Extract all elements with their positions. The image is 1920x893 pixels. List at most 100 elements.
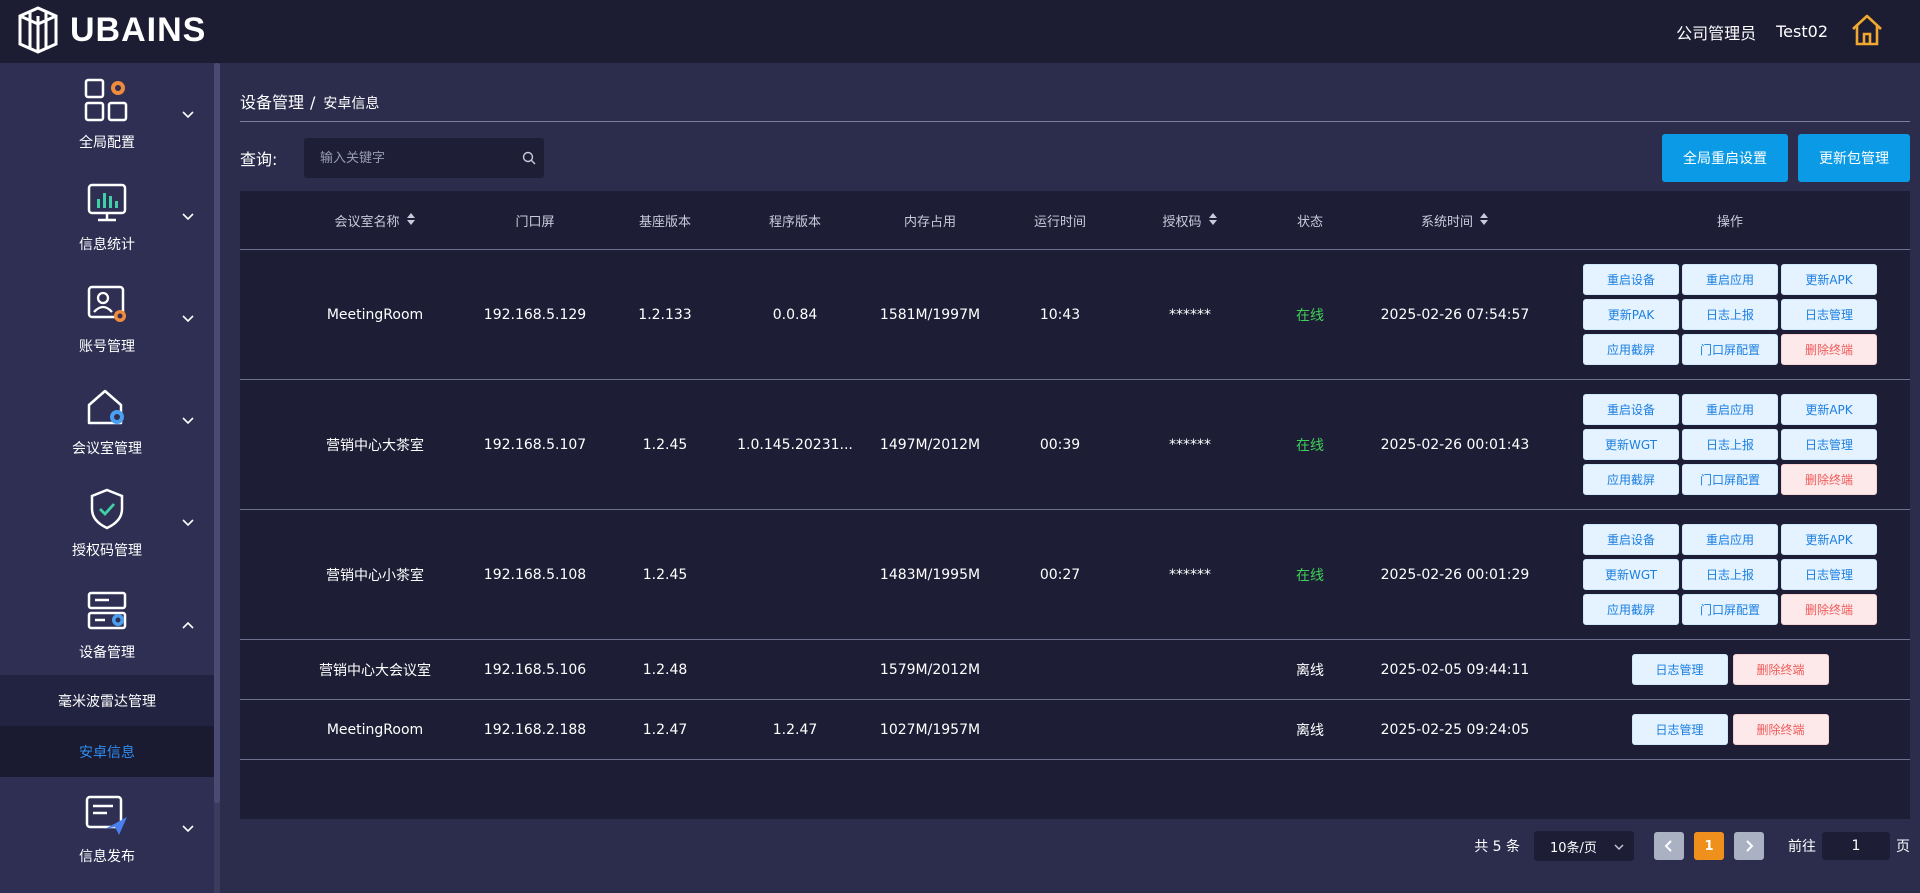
row-action-button[interactable]: 重启应用 (1682, 394, 1778, 425)
row-action-button[interactable]: 应用截屏 (1583, 464, 1679, 495)
publish-icon (82, 790, 132, 840)
sidebar-subitem-radar[interactable]: 毫米波雷达管理 (0, 675, 214, 726)
brand-logo: UBAINS (18, 6, 206, 54)
row-action-button[interactable]: 应用截屏 (1583, 334, 1679, 365)
sidebar-item-meeting-room[interactable]: 会议室管理 (0, 369, 214, 471)
row-action-button[interactable]: 重启设备 (1583, 524, 1679, 555)
column-header-program-version: 程序版本 (768, 215, 821, 230)
cell-uptime: 00:27 (1039, 566, 1081, 583)
cell-auth-code (1120, 700, 1260, 759)
search-label: 查询: (240, 150, 278, 169)
row-action-button[interactable]: 更新WGT (1583, 429, 1679, 460)
cell-program-version (730, 510, 860, 639)
cell-status: 在线 (1296, 307, 1324, 324)
sidebar-scrollbar[interactable] (214, 63, 220, 893)
column-header-uptime: 运行时间 (1033, 215, 1086, 230)
breadcrumb-divider (240, 121, 1910, 122)
pagination: 共 5 条 10条/页 1 前往 1 页 (1474, 831, 1910, 861)
row-action-button[interactable]: 删除终端 (1781, 334, 1877, 365)
row-action-button[interactable]: 日志管理 (1631, 714, 1728, 745)
search-box[interactable] (304, 138, 544, 178)
global-restart-settings-button[interactable]: 全局重启设置 (1662, 134, 1788, 182)
top-header: UBAINS 公司管理员 Test02 (0, 0, 1920, 63)
pagination-total: 共 5 条 (1474, 839, 1520, 855)
sidebar-item-global-config[interactable]: 全局配置 (0, 63, 214, 165)
row-action-button[interactable]: 重启应用 (1682, 524, 1778, 555)
row-action-button[interactable]: 重启设备 (1583, 264, 1679, 295)
cell-memory: 1483M/1995M (879, 566, 981, 583)
row-actions: 日志管理 删除终端 (1550, 640, 1910, 699)
row-action-button[interactable]: 门口屏配置 (1682, 464, 1778, 495)
cell-status: 离线 (1296, 662, 1324, 679)
cell-program-version: 0.0.84 (772, 306, 818, 323)
cell-system-time: 2025-02-26 07:54:57 (1380, 306, 1530, 323)
row-action-button[interactable]: 日志上报 (1682, 559, 1778, 590)
username[interactable]: Test02 (1776, 22, 1828, 41)
column-header-auth-code[interactable]: 授权码 (1120, 191, 1260, 250)
sort-icon[interactable] (406, 212, 416, 230)
sidebar-item-label: 账号管理 (79, 339, 135, 355)
row-action-button[interactable]: 删除终端 (1781, 464, 1877, 495)
row-action-button[interactable]: 更新WGT (1583, 559, 1679, 590)
row-action-button[interactable]: 门口屏配置 (1682, 334, 1778, 365)
search-icon[interactable] (514, 151, 544, 165)
row-action-button[interactable]: 删除终端 (1732, 654, 1829, 685)
column-header-room[interactable]: 会议室名称 (280, 191, 470, 250)
meeting-room-icon (82, 382, 132, 432)
row-action-button[interactable]: 更新APK (1781, 524, 1877, 555)
column-header-system-time[interactable]: 系统时间 (1360, 191, 1550, 250)
sidebar-item-label: 全局配置 (79, 135, 135, 151)
sidebar-item-device[interactable]: 设备管理 (0, 573, 214, 675)
row-action-button[interactable]: 日志管理 (1781, 559, 1877, 590)
row-action-button[interactable]: 日志管理 (1631, 654, 1728, 685)
row-action-button[interactable]: 重启应用 (1682, 264, 1778, 295)
breadcrumb-parent[interactable]: 设备管理 (240, 89, 304, 113)
sidebar-scrollbar-thumb[interactable] (214, 63, 220, 803)
breadcrumb-separator: / (310, 93, 316, 112)
table-body: MeetingRoom 192.168.5.129 1.2.133 0.0.84 158… (240, 250, 1910, 760)
cell-memory: 1579M/2012M (879, 661, 981, 678)
cell-door-screen: 192.168.5.129 (483, 306, 587, 323)
logo-icon (18, 6, 58, 54)
row-action-button[interactable]: 日志上报 (1682, 429, 1778, 460)
row-action-button[interactable]: 日志管理 (1781, 429, 1877, 460)
column-header-door-screen: 门口屏 (515, 215, 555, 230)
sidebar-item-statistics[interactable]: 信息统计 (0, 165, 214, 267)
row-action-button[interactable]: 应用截屏 (1583, 594, 1679, 625)
page-size-select[interactable]: 10条/页 (1534, 831, 1634, 861)
update-package-management-button[interactable]: 更新包管理 (1798, 134, 1910, 182)
cell-uptime: 10:43 (1039, 306, 1081, 323)
sidebar-item-license[interactable]: 授权码管理 (0, 471, 214, 573)
cell-memory: 1497M/2012M (879, 436, 981, 453)
search-input[interactable] (304, 139, 514, 177)
chevron-down-icon (182, 311, 194, 327)
row-action-button[interactable]: 日志上报 (1682, 299, 1778, 330)
next-page-button[interactable] (1734, 832, 1764, 860)
row-action-button[interactable]: 删除终端 (1781, 594, 1877, 625)
row-action-button[interactable]: 重启设备 (1583, 394, 1679, 425)
chevron-down-icon (182, 515, 194, 531)
table-row: MeetingRoom 192.168.2.188 1.2.47 1.2.47 1027… (240, 700, 1910, 760)
row-action-button[interactable]: 更新APK (1781, 264, 1877, 295)
row-action-button[interactable]: 门口屏配置 (1682, 594, 1778, 625)
main-content: 设备管理 / 安卓信息 查询: 全局重启设置 更新包管理 会议室名称 门口屏 基… (240, 63, 1910, 893)
home-icon[interactable] (1850, 13, 1884, 51)
sidebar-subitem-android-info[interactable]: 安卓信息 (0, 726, 214, 777)
prev-page-button[interactable] (1654, 832, 1684, 860)
row-action-button[interactable]: 更新APK (1781, 394, 1877, 425)
sidebar-item-account[interactable]: 账号管理 (0, 267, 214, 369)
row-actions: 重启设备 重启应用 更新APK 更新WGT 日志上报 日志管理应用截屏 门口屏配置 删除终端 (1550, 510, 1910, 639)
row-action-button[interactable]: 日志管理 (1781, 299, 1877, 330)
sidebar-item-publish[interactable]: 信息发布 (0, 777, 214, 879)
chevron-down-icon (182, 107, 194, 123)
table-header: 会议室名称 门口屏 基座版本 程序版本 内存占用 运行时间 授权码 状态 系统时… (240, 191, 1910, 250)
goto-page-input[interactable]: 1 (1822, 832, 1890, 860)
page-number-current[interactable]: 1 (1694, 832, 1724, 860)
cell-door-screen: 192.168.5.107 (483, 436, 587, 453)
sort-icon[interactable] (1208, 212, 1218, 230)
row-action-button[interactable]: 更新PAK (1583, 299, 1679, 330)
cell-program-version: 1.2.47 (772, 721, 818, 738)
row-action-button[interactable]: 删除终端 (1732, 714, 1829, 745)
sort-icon[interactable] (1479, 212, 1489, 230)
cell-auth-code: ****** (1169, 436, 1211, 453)
